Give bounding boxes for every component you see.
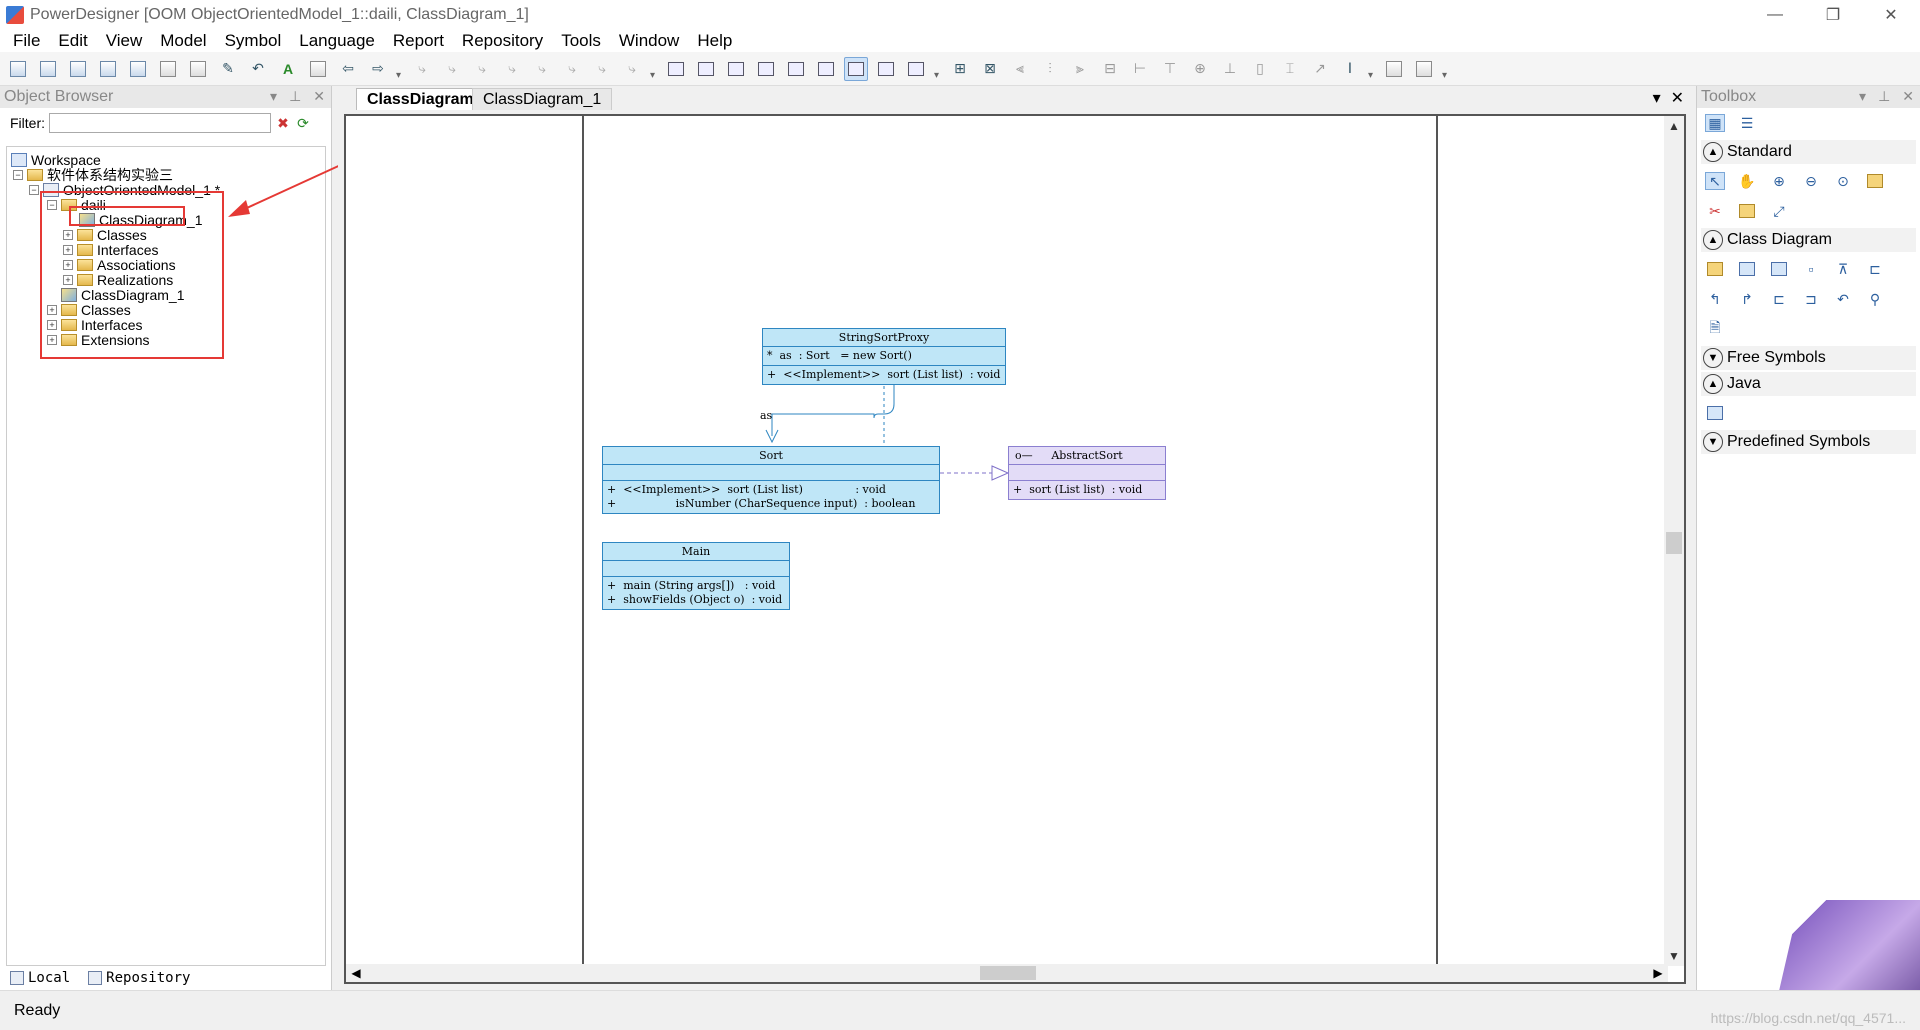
- interface-name: o— AbstractSort: [1009, 447, 1165, 465]
- scroll-up-icon[interactable]: ▲: [1664, 116, 1684, 136]
- scroll-left-icon[interactable]: ◀: [346, 964, 366, 982]
- operations-section: + <<Implement>> sort (List list) : void: [763, 366, 1005, 384]
- pointer-icon[interactable]: ↖: [1705, 172, 1725, 190]
- attribute-row: * as : Sort = new Sort(): [767, 349, 912, 362]
- horizontal-scroll-thumb[interactable]: [980, 966, 1036, 980]
- open-symbol-icon[interactable]: [1865, 172, 1885, 190]
- vertical-scrollbar[interactable]: ▲ ▼: [1664, 116, 1684, 966]
- class-tools-row-2: ↰ ↱ ⊏ ⊐ ↶ ⚲: [1697, 284, 1920, 314]
- package-tool-icon[interactable]: [1705, 260, 1725, 278]
- toolbox-title: Toolbox: [1701, 88, 1757, 105]
- status-text: Ready: [14, 1001, 61, 1019]
- panel-close-icon[interactable]: ✕: [1902, 88, 1914, 105]
- operation-row: + sort (List list) : void: [1013, 483, 1143, 496]
- class-stringsortproxy[interactable]: StringSortProxy * as : Sort = new Sort()…: [762, 328, 1006, 385]
- toolbox-section-free-symbols[interactable]: ▼ Free Symbols: [1701, 346, 1916, 370]
- toolbox-view-toggle: ▦ ☰: [1697, 108, 1920, 138]
- collapse-section-icon: ▲: [1703, 142, 1723, 162]
- status-bar: Ready https://blog.csdn.net/qq_4571...: [0, 990, 1920, 1030]
- toolbox-section-predefined[interactable]: ▼ Predefined Symbols: [1701, 430, 1916, 454]
- attributes-section: [1009, 465, 1165, 481]
- class-main[interactable]: Main + main (String args[]) : void + sho…: [602, 542, 790, 610]
- diagram-connectors: [765, 368, 1010, 481]
- section-label: Class Diagram: [1727, 231, 1832, 248]
- operation-row: + <<Implement>> sort (List list) : void: [767, 368, 1001, 381]
- class-name: Main: [603, 543, 789, 561]
- expand-section-icon: ▼: [1703, 348, 1723, 368]
- operation-row: + main (String args[]) : void: [607, 579, 776, 592]
- diagram-editor: ClassDiagram_1 ClassDiagram_1 ▾ ✕ as Str…: [338, 86, 1690, 990]
- tab-close-icon[interactable]: ✕: [1671, 88, 1684, 108]
- attributes-section: [603, 465, 939, 481]
- standard-tools-row-2: ✂ ⤢: [1697, 196, 1920, 226]
- scroll-down-icon[interactable]: ▼: [1664, 946, 1684, 966]
- realization-tool-icon[interactable]: ⊏: [1865, 260, 1885, 278]
- java-bean-tool-icon[interactable]: [1705, 404, 1725, 422]
- operations-section: + main (String args[]) : void + showFiel…: [603, 577, 789, 609]
- generalization-tool-icon[interactable]: ⊼: [1833, 260, 1853, 278]
- list-view-icon[interactable]: ☰: [1737, 114, 1757, 132]
- zoom-in-icon[interactable]: ⊕: [1769, 172, 1789, 190]
- inner-link-tool-icon[interactable]: ⚲: [1865, 290, 1885, 308]
- port-tool-icon[interactable]: ▫: [1801, 260, 1821, 278]
- collapse-section-icon: ▲: [1703, 374, 1723, 394]
- tab-list-icon[interactable]: ▾: [1653, 88, 1661, 108]
- cut-icon[interactable]: ✂: [1705, 202, 1725, 220]
- section-label: Java: [1727, 375, 1761, 392]
- class-tools-row-1: ▫ ⊼ ⊏: [1697, 254, 1920, 284]
- collapse-section-icon: ▲: [1703, 230, 1723, 250]
- operation-row: + showFields (Object o) : void: [607, 593, 783, 606]
- interface-marker: o—: [1015, 449, 1033, 462]
- operation-row: + isNumber (CharSequence input) : boolea…: [607, 497, 916, 510]
- standard-tools-row-1: ↖ ✋ ⊕ ⊖ ⊙: [1697, 166, 1920, 196]
- java-tools-row: [1697, 398, 1920, 428]
- toolbox-header: Toolbox ▾ ⊥ ✕: [1697, 86, 1920, 108]
- interface-abstractsort[interactable]: o— AbstractSort + sort (List list) : voi…: [1008, 446, 1166, 500]
- attributes-section: * as : Sort = new Sort(): [763, 347, 1005, 366]
- section-label: Free Symbols: [1727, 349, 1826, 366]
- class-tools-row-3: 🗎: [1697, 314, 1920, 344]
- pin-icon[interactable]: ⊥: [1878, 88, 1890, 105]
- operations-section: + <<Implement>> sort (List list) : void …: [603, 481, 939, 513]
- interface-name-label: AbstractSort: [1051, 449, 1123, 462]
- section-label: Predefined Symbols: [1727, 433, 1871, 450]
- diagram-canvas[interactable]: as StringSortProxy * as : Sort = new Sor…: [344, 114, 1686, 984]
- interface-tool-icon[interactable]: [1769, 260, 1789, 278]
- zoom-out-icon[interactable]: ⊖: [1801, 172, 1821, 190]
- toolbox-section-standard[interactable]: ▲ Standard: [1701, 140, 1916, 164]
- link-connector-icon[interactable]: ⤢: [1769, 202, 1789, 220]
- toolbox-panel: Toolbox ▾ ⊥ ✕ ▦ ☰ ▲ Standard ↖ ✋ ⊕ ⊖ ⊙ ✂…: [1696, 86, 1920, 990]
- zoom-fit-icon[interactable]: ⊙: [1833, 172, 1853, 190]
- dependency-tool-icon[interactable]: ⊐: [1801, 290, 1821, 308]
- file-tool-icon[interactable]: 🗎: [1705, 319, 1725, 338]
- toolbox-section-class-diagram[interactable]: ▲ Class Diagram: [1701, 228, 1916, 252]
- class-tool-icon[interactable]: [1737, 260, 1757, 278]
- grabber-hand-icon[interactable]: ✋: [1737, 172, 1757, 190]
- require-link-tool-icon[interactable]: ↶: [1833, 290, 1853, 308]
- vertical-scroll-thumb[interactable]: [1666, 532, 1682, 554]
- attributes-section: [603, 561, 789, 577]
- editor-tabs: ClassDiagram_1 ClassDiagram_1 ▾ ✕: [338, 86, 1690, 110]
- expand-section-icon: ▼: [1703, 432, 1723, 452]
- composition-tool-icon[interactable]: ⊏: [1769, 290, 1789, 308]
- properties-icon[interactable]: [1737, 202, 1757, 220]
- panel-menu-icon[interactable]: ▾: [1859, 88, 1866, 105]
- aggregation-tool-icon[interactable]: ↱: [1737, 290, 1757, 308]
- operations-section: + sort (List list) : void: [1009, 481, 1165, 499]
- association-tool-icon[interactable]: ↰: [1705, 290, 1725, 308]
- class-name: Sort: [603, 447, 939, 465]
- class-sort[interactable]: Sort + <<Implement>> sort (List list) : …: [602, 446, 940, 514]
- large-icons-view-icon[interactable]: ▦: [1705, 114, 1725, 132]
- class-name: StringSortProxy: [763, 329, 1005, 347]
- toolbox-section-java[interactable]: ▲ Java: [1701, 372, 1916, 396]
- association-label-as: as: [760, 409, 773, 422]
- scroll-right-icon[interactable]: ▶: [1648, 964, 1668, 982]
- section-label: Standard: [1727, 143, 1792, 160]
- horizontal-scrollbar[interactable]: ◀ ▶: [346, 964, 1668, 982]
- watermark-text: https://blog.csdn.net/qq_4571...: [1710, 1010, 1906, 1026]
- operation-row: + <<Implement>> sort (List list) : void: [607, 483, 886, 496]
- tab-classdiagram-2[interactable]: ClassDiagram_1: [472, 88, 613, 110]
